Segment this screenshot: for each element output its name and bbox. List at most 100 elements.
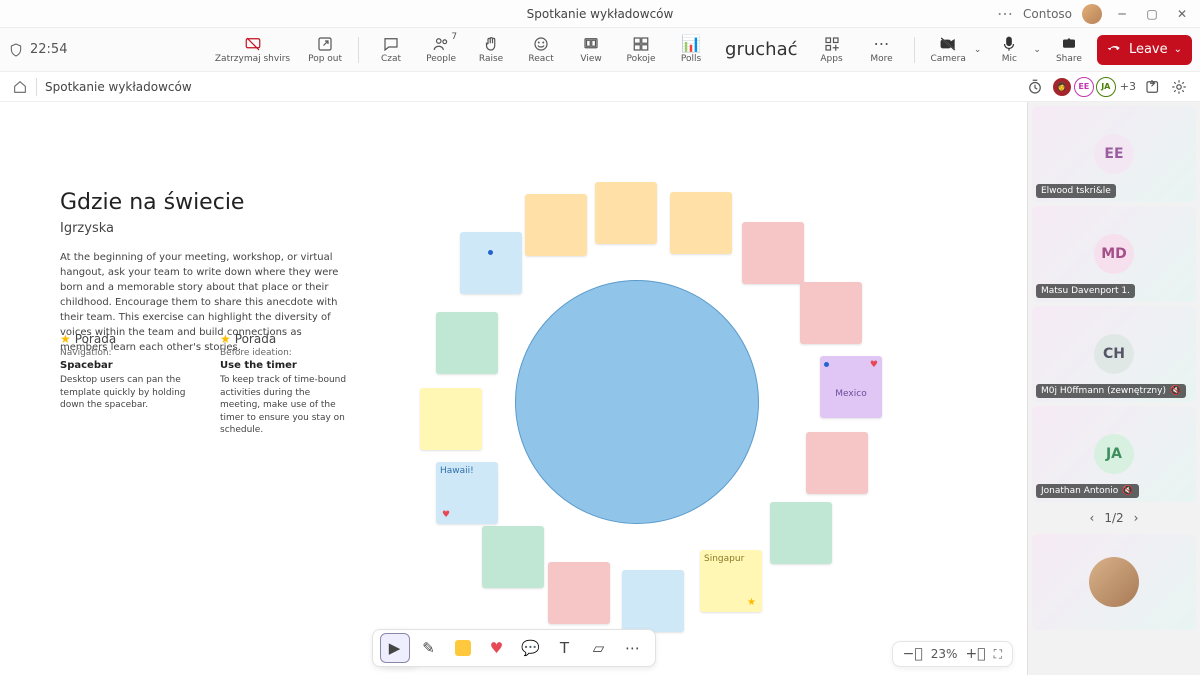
avatar-3: JA bbox=[1096, 77, 1116, 97]
text-tool[interactable]: T bbox=[551, 634, 579, 662]
camera-chevron[interactable]: ⌄ bbox=[974, 45, 982, 55]
sticky-tool[interactable] bbox=[449, 634, 477, 662]
participant-tile[interactable]: CH M0j H0ffmann (zewnętrzny)🔇 bbox=[1032, 306, 1196, 402]
chat-button[interactable]: Czat bbox=[369, 29, 413, 71]
polls-button[interactable]: 📊 Polls bbox=[669, 29, 713, 71]
rooms-button[interactable]: Pokoje bbox=[619, 29, 663, 71]
zoom-controls: −⃝ 23% +⃝ ⛶ bbox=[892, 641, 1013, 667]
sticky-note[interactable] bbox=[482, 526, 544, 588]
sticky-note[interactable] bbox=[548, 562, 610, 624]
heart-icon: ♥ bbox=[442, 510, 450, 520]
participant-name: M0j H0ffmann (zewnętrzny)🔇 bbox=[1036, 384, 1186, 398]
self-avatar bbox=[1089, 557, 1139, 607]
pen-tool[interactable]: ✎ bbox=[415, 634, 443, 662]
participant-name: Elwood tskri&le bbox=[1036, 184, 1116, 198]
sticky-note[interactable] bbox=[742, 222, 804, 284]
avatar-1: 👩 bbox=[1052, 77, 1072, 97]
pointer-tool[interactable]: ▶ bbox=[381, 634, 409, 662]
popout-icon bbox=[316, 35, 334, 53]
participant-tile[interactable]: MD Matsu Davenport 1. bbox=[1032, 206, 1196, 302]
fit-screen-button[interactable]: ⛶ bbox=[994, 647, 1002, 662]
leave-chevron[interactable]: ⌄ bbox=[1174, 44, 1182, 55]
sticky-note[interactable] bbox=[806, 432, 868, 494]
sticky-note[interactable] bbox=[800, 282, 862, 344]
star-icon: ★ bbox=[747, 597, 756, 608]
timer-icon[interactable] bbox=[1026, 78, 1044, 96]
participant-tile[interactable]: JA Jonathan Antonio🔇 bbox=[1032, 406, 1196, 502]
close-window-button[interactable]: ✕ bbox=[1172, 4, 1192, 24]
facepile[interactable]: 👩 EE JA +3 bbox=[1052, 77, 1136, 97]
stop-sharing-button[interactable]: Zatrzymaj shvirs bbox=[209, 29, 296, 71]
leave-button[interactable]: Leave ⌄ bbox=[1097, 35, 1192, 65]
page-indicator: 1/2 bbox=[1104, 511, 1123, 525]
more-button[interactable]: ⋯ More bbox=[860, 29, 904, 71]
sticky-note[interactable] bbox=[770, 502, 832, 564]
home-icon[interactable] bbox=[12, 79, 28, 95]
star-icon: ★ bbox=[60, 332, 71, 346]
user-avatar[interactable] bbox=[1082, 4, 1102, 24]
leave-icon bbox=[1107, 40, 1123, 60]
zoom-in-button[interactable]: +⃝ bbox=[965, 646, 985, 662]
muted-icon: 🔇 bbox=[1170, 386, 1181, 396]
people-count: 7 bbox=[451, 33, 457, 42]
raise-hand-icon bbox=[482, 35, 500, 53]
avatar-2: EE bbox=[1074, 77, 1094, 97]
mic-chevron[interactable]: ⌄ bbox=[1033, 45, 1041, 55]
mic-button[interactable]: Mic bbox=[987, 29, 1031, 71]
sticky-note[interactable] bbox=[670, 192, 732, 254]
overflow-count: +3 bbox=[1120, 80, 1136, 93]
page-prev[interactable]: ‹ bbox=[1090, 511, 1095, 525]
self-tile[interactable] bbox=[1032, 534, 1196, 630]
shape-tool[interactable]: ▱ bbox=[585, 634, 613, 662]
sticky-note[interactable] bbox=[525, 194, 587, 256]
view-icon bbox=[582, 35, 600, 53]
participant-avatar: EE bbox=[1094, 134, 1134, 174]
share-icon bbox=[1060, 35, 1078, 53]
page-next[interactable]: › bbox=[1134, 511, 1139, 525]
participant-tile[interactable]: EE Elwood tskri&le bbox=[1032, 106, 1196, 202]
comment-tool[interactable]: 💬 bbox=[517, 634, 545, 662]
sticky-note[interactable] bbox=[595, 182, 657, 244]
share-button[interactable]: Share bbox=[1047, 29, 1091, 71]
dot-marker bbox=[488, 250, 493, 255]
maximize-button[interactable]: ▢ bbox=[1142, 4, 1162, 24]
people-button[interactable]: 7 People bbox=[419, 29, 463, 71]
sticky-note[interactable]: Singapur ★ bbox=[700, 550, 762, 612]
sticky-note[interactable]: ♥ Mexico bbox=[820, 356, 882, 418]
reaction-tool[interactable]: ♥ bbox=[483, 634, 511, 662]
meeting-timer: 22:54 bbox=[8, 42, 67, 58]
popout-button[interactable]: Pop out bbox=[302, 29, 348, 71]
board-title: Gdzie na świecie bbox=[60, 190, 380, 215]
minimize-button[interactable]: ─ bbox=[1112, 4, 1132, 24]
window-title: Spotkanie wykładowców bbox=[527, 7, 674, 21]
participant-name: Matsu Davenport 1. bbox=[1036, 284, 1135, 298]
share-link-icon[interactable] bbox=[1144, 78, 1162, 96]
react-icon bbox=[532, 35, 550, 53]
camera-button[interactable]: Camera bbox=[925, 29, 972, 71]
settings-icon[interactable] bbox=[1170, 78, 1188, 96]
sticky-note[interactable] bbox=[420, 388, 482, 450]
view-button[interactable]: View bbox=[569, 29, 613, 71]
participant-avatar: JA bbox=[1094, 434, 1134, 474]
more-tools[interactable]: ⋯ bbox=[619, 634, 647, 662]
whiteboard-canvas[interactable]: Gdzie na świecie Igrzyska At the beginni… bbox=[0, 102, 1027, 675]
sticky-note[interactable]: Hawaii! ♥ bbox=[436, 462, 498, 524]
sticky-note[interactable] bbox=[436, 312, 498, 374]
sticky-note[interactable] bbox=[622, 570, 684, 632]
more-icon: ⋯ bbox=[873, 35, 891, 53]
heart-icon: ♥ bbox=[870, 360, 878, 370]
timer-text: 22:54 bbox=[30, 42, 67, 57]
mic-icon bbox=[1000, 35, 1018, 53]
apps-icon bbox=[823, 35, 841, 53]
apps-button[interactable]: Apps bbox=[810, 29, 854, 71]
participant-pager: ‹ 1/2 › bbox=[1032, 506, 1196, 530]
chat-icon bbox=[382, 35, 400, 53]
center-circle[interactable] bbox=[515, 280, 759, 524]
zoom-out-button[interactable]: −⃝ bbox=[903, 646, 923, 662]
participant-name: Jonathan Antonio🔇 bbox=[1036, 484, 1139, 498]
sticky-note[interactable] bbox=[460, 232, 522, 294]
meeting-strip: Spotkanie wykładowców 👩 EE JA +3 bbox=[0, 72, 1200, 102]
react-button[interactable]: React bbox=[519, 29, 563, 71]
participant-avatar: CH bbox=[1094, 334, 1134, 374]
raise-hand-button[interactable]: Raise bbox=[469, 29, 513, 71]
